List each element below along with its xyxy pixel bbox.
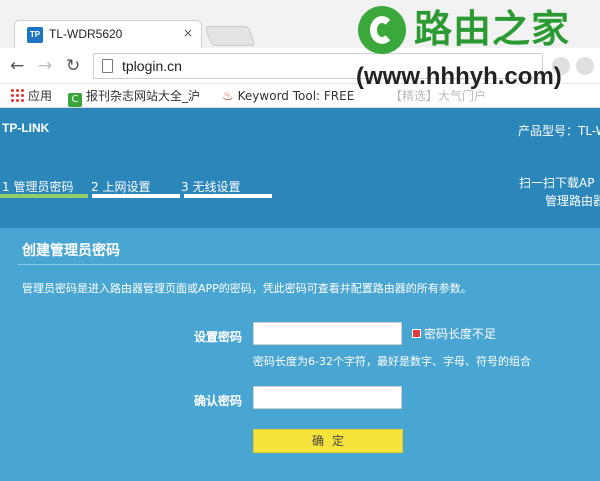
confirm-password-label: 确认密码: [194, 394, 243, 408]
tplink-favicon-icon: TP: [27, 27, 43, 43]
bookmark-apps[interactable]: 应用: [10, 88, 52, 104]
page-icon: [102, 59, 113, 73]
bookmark-favicon-icon: C: [68, 93, 82, 107]
step-progress-active: [0, 194, 88, 198]
password-hint: 密码长度为6-32个字符，最好是数字、字母、符号的组合: [253, 355, 531, 368]
step-progress-bar: [184, 194, 272, 198]
back-arrow-icon[interactable]: ←: [10, 56, 24, 76]
step-admin-password[interactable]: 1 管理员密码: [2, 178, 73, 195]
product-model: 产品型号：TL-W: [518, 124, 600, 138]
confirm-password-input[interactable]: [253, 386, 402, 409]
reload-icon[interactable]: ↻: [66, 56, 80, 76]
browser-tabstrip: TP TL-WDR5620 ×: [0, 0, 600, 48]
panel-description: 管理员密码是进入路由器管理页面或APP的密码，凭此密码可查看并配置路由器的所有参…: [22, 282, 472, 295]
router-page: TP-LINK 产品型号：TL-W 1 管理员密码 2 上网设置 3 无线设置 …: [0, 108, 600, 481]
tab-title: TL-WDR5620: [49, 27, 123, 41]
flame-icon: ♨: [222, 89, 234, 104]
error-icon: [412, 329, 421, 338]
forward-arrow-icon[interactable]: →: [38, 56, 52, 76]
admin-password-panel: 创建管理员密码 管理员密码是进入路由器管理页面或APP的密码，凭此密码可查看并配…: [0, 228, 600, 481]
panel-title: 创建管理员密码: [22, 243, 120, 259]
scan-download-text: 扫一扫下载AP: [519, 176, 595, 190]
bookmarks-bar: 应用 C 报刊杂志网站大全_沪 ♨ Keyword Tool: FREE 【精选】大…: [0, 84, 600, 108]
apps-grid-icon: [10, 88, 24, 102]
url-text[interactable]: tplogin.cn: [122, 58, 182, 74]
address-bar[interactable]: tplogin.cn: [93, 53, 543, 79]
bookmark-item[interactable]: ♨ Keyword Tool: FREE: [222, 88, 354, 105]
close-icon[interactable]: ×: [183, 26, 193, 40]
step-wireless-settings[interactable]: 3 无线设置: [181, 178, 240, 195]
set-password-input[interactable]: [253, 322, 402, 345]
extension-icon[interactable]: [576, 57, 594, 75]
bookmark-item[interactable]: C 报刊杂志网站大全_沪: [68, 88, 200, 107]
scan-manage-text: 管理路由器: [545, 194, 600, 208]
extension-icon[interactable]: [552, 57, 570, 75]
confirm-button[interactable]: 确定: [253, 429, 403, 453]
new-tab-button[interactable]: [204, 26, 256, 46]
step-progress-bar: [92, 194, 180, 198]
browser-tab[interactable]: TP TL-WDR5620 ×: [14, 20, 202, 48]
browser-toolbar: ← → ↻ tplogin.cn: [0, 48, 600, 84]
brand-logo: TP-LINK: [2, 121, 50, 135]
divider: [18, 264, 600, 265]
step-internet-settings[interactable]: 2 上网设置: [91, 178, 150, 195]
set-password-label: 设置密码: [194, 330, 243, 344]
password-error: 密码长度不足: [412, 325, 496, 342]
bookmark-item[interactable]: 【精选】大气门户: [390, 88, 486, 104]
